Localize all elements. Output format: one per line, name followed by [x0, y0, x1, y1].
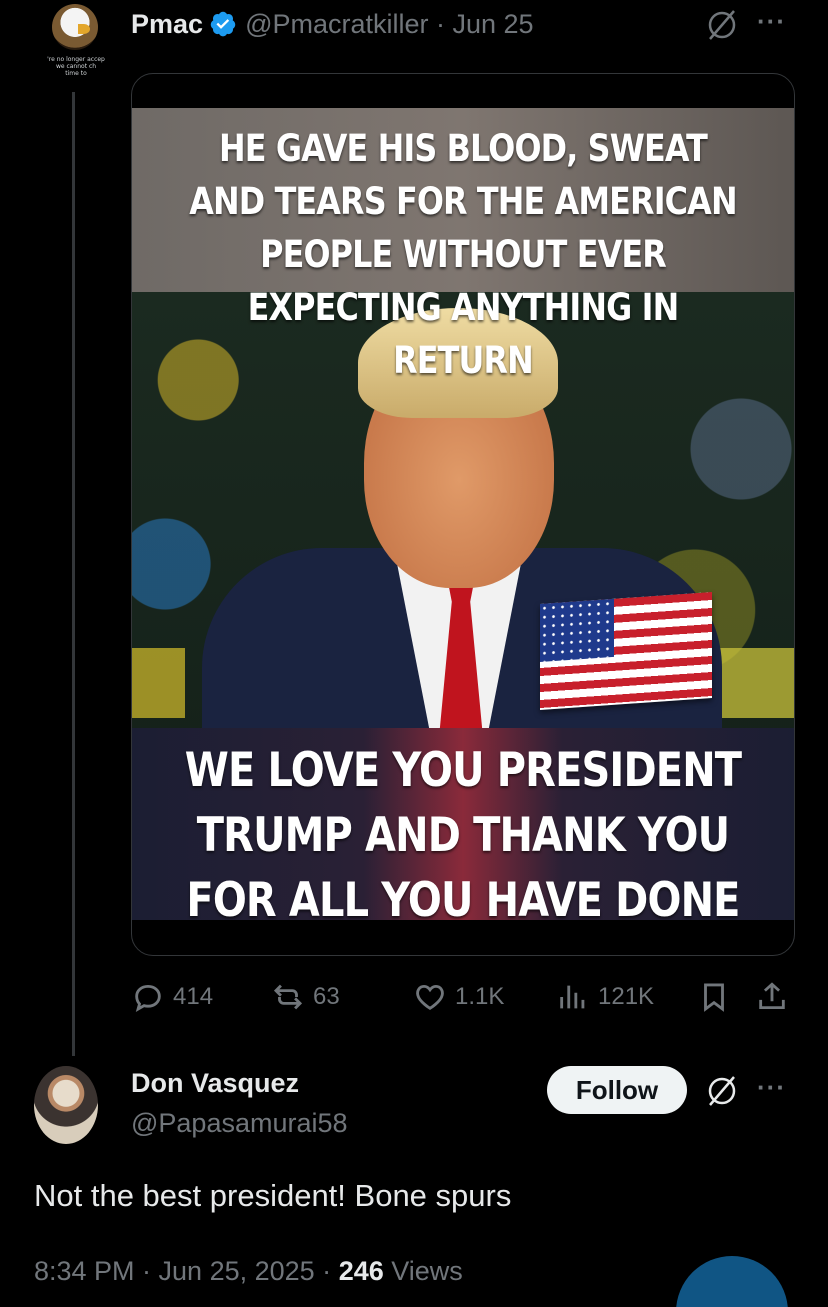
avatar-pmac[interactable]: 're no longer accep we cannot ch time to [38, 0, 114, 90]
reply-author-name[interactable]: Don Vasquez [131, 1068, 299, 1099]
share-button[interactable] [755, 980, 797, 1014]
repost-count: 63 [313, 983, 340, 1010]
compose-button[interactable] [676, 1256, 788, 1307]
reply-timestamp[interactable]: 8:34 PM · Jun 25, 2025 · [34, 1256, 339, 1286]
more-icon[interactable]: ··· [757, 6, 786, 37]
views-icon [560, 985, 585, 1009]
reply-views-label: Views [383, 1256, 463, 1286]
tweet-header: Pmac @Pmacratkiller · Jun 25 [131, 6, 534, 42]
flag-canton [540, 598, 614, 663]
grok-icon[interactable] [705, 1074, 739, 1108]
views-button[interactable]: 121K [556, 980, 654, 1014]
thread-line [72, 92, 75, 1056]
tweet-image: HE GAVE HIS BLOOD, SWEAT AND TEARS FOR T… [132, 108, 794, 920]
reply-count: 414 [173, 983, 214, 1010]
grok-icon[interactable] [705, 8, 739, 42]
like-count: 1.1K [455, 983, 505, 1010]
bookmark-icon [704, 983, 724, 1012]
follow-button[interactable]: Follow [547, 1066, 687, 1114]
like-icon [416, 984, 444, 1010]
tweet-media[interactable]: HE GAVE HIS BLOOD, SWEAT AND TEARS FOR T… [131, 73, 795, 956]
reply-meta: 8:34 PM · Jun 25, 2025 · 246 Views [34, 1256, 463, 1287]
eagle-beak [78, 24, 90, 34]
eagle-avatar-image [52, 4, 98, 50]
more-icon[interactable]: ··· [757, 1072, 786, 1103]
reply-icon [135, 984, 161, 1012]
image-top-banner: HE GAVE HIS BLOOD, SWEAT AND TEARS FOR T… [132, 108, 794, 382]
reply-author-handle[interactable]: @Papasamurai58 [131, 1108, 348, 1139]
reply-views-count: 246 [338, 1256, 384, 1286]
reply-text: Not the best president! Bone spurs [34, 1178, 512, 1213]
views-count: 121K [598, 983, 655, 1010]
tweet-actions: 414 63 1.1K 121K [131, 980, 793, 1020]
page: 're no longer accep we cannot ch time to P… [0, 0, 828, 1307]
repost-icon [273, 984, 303, 1010]
image-bottom-banner: WE LOVE YOU PRESIDENT TRUMP AND THANK YO… [132, 728, 794, 920]
author-name[interactable]: Pmac [131, 9, 203, 40]
share-icon [759, 982, 785, 1010]
us-flag-icon [540, 591, 712, 711]
reply-button[interactable]: 414 [131, 980, 213, 1014]
image-top-text: HE GAVE HIS BLOOD, SWEAT AND TEARS FOR T… [189, 127, 737, 382]
bookmark-button[interactable] [697, 980, 739, 1014]
author-handle[interactable]: @Pmacratkiller [245, 9, 428, 40]
image-bottom-text: WE LOVE YOU PRESIDENT TRUMP AND THANK YO… [184, 743, 742, 920]
like-button[interactable]: 1.1K [413, 980, 504, 1014]
avatar-don-vasquez[interactable] [34, 1066, 98, 1144]
verified-icon [210, 11, 236, 37]
avatar-caption: 're no longer accep we cannot ch time to [47, 56, 105, 77]
tweet-date[interactable]: · Jun 25 [429, 9, 534, 40]
repost-button[interactable]: 63 [271, 980, 340, 1014]
